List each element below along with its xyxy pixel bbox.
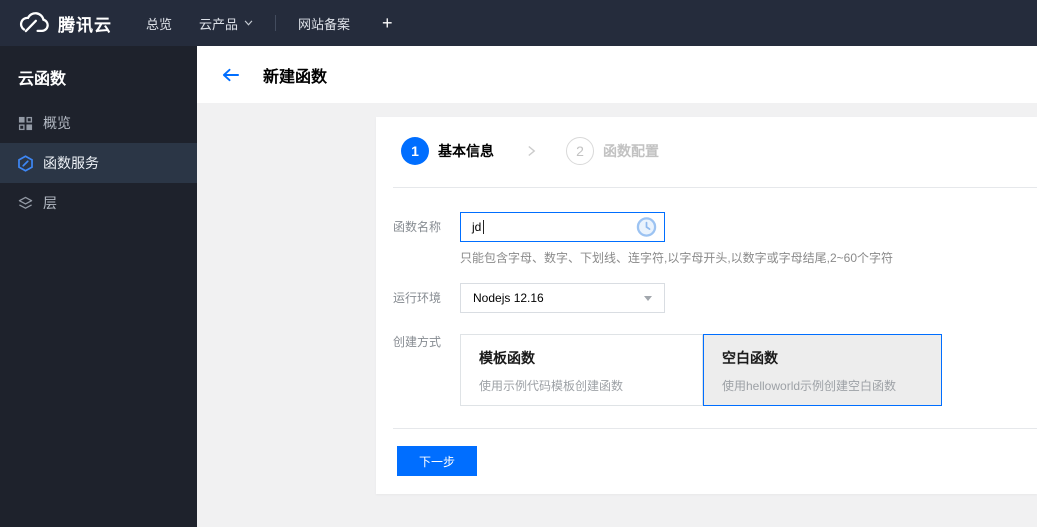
next-step-button[interactable]: 下一步 [397,446,477,476]
sidebar-item-function-service[interactable]: 函数服务 [0,143,197,183]
basic-info-form: 函数名称 jd 只能包含字母、数字、下划线、连字符,以字母开头,以数字或字母结尾… [376,212,1037,406]
page-header: 新建函数 [197,46,1037,103]
method-card-desc: 使用示例代码模板创建函数 [479,379,624,393]
brand-label: 腾讯云 [58,15,112,35]
creation-method-cards: 模板函数 使用示例代码模板创建函数 空白函数 使用helloworld示例创建空… [460,334,942,406]
section-divider [393,187,1037,188]
runtime-row: 运行环境 Nodejs 12.16 [393,283,1037,313]
step-1-label: 基本信息 [438,143,494,159]
wizard-steps: 1 基本信息 2 函数配置 [376,117,1037,165]
sidebar-item-label: 函数服务 [43,155,99,171]
step-2-label: 函数配置 [603,143,659,159]
method-card-desc: 使用helloworld示例创建空白函数 [722,379,897,393]
method-card-template-function[interactable]: 模板函数 使用示例代码模板创建函数 [460,334,703,406]
text-cursor [483,220,485,234]
function-name-label: 函数名称 [393,220,442,234]
method-card-title: 模板函数 [479,350,535,366]
create-function-card: 1 基本信息 2 函数配置 函数名称 jd 只能包含字母、数字、下划线、连字符,… [376,117,1037,494]
runtime-label: 运行环境 [393,291,442,305]
back-arrow-icon [222,68,239,82]
back-button[interactable] [222,68,239,82]
runtime-select[interactable]: Nodejs 12.16 [460,283,665,313]
tencent-cloud-brand[interactable]: 腾讯云 [0,11,112,36]
page-title: 新建函数 [263,68,328,86]
chevron-down-icon [244,20,253,26]
step-2-circle: 2 [566,137,594,165]
clock-loading-icon [636,217,657,238]
top-navbar: 腾讯云 总览 云产品 网站备案 + [0,0,1037,46]
nav-item-overview[interactable]: 总览 [146,14,172,33]
sidebar-item-label: 层 [43,195,57,211]
nav-item-icp-filing[interactable]: 网站备案 [298,14,350,33]
function-name-value: jd [472,220,482,234]
hexagon-function-icon [17,154,34,172]
function-name-input[interactable]: jd [460,212,665,242]
tencent-cloud-logo-icon [18,12,49,34]
plus-icon[interactable]: + [382,13,393,34]
sidebar: 云函数 概览 函数服务 层 [0,46,197,527]
section-divider [393,428,1037,429]
layers-icon [17,195,34,212]
sidebar-item-layers[interactable]: 层 [0,183,197,223]
sidebar-product-title: 云函数 [18,71,67,88]
method-card-blank-function[interactable]: 空白函数 使用helloworld示例创建空白函数 [703,334,942,406]
sidebar-item-overview[interactable]: 概览 [0,103,197,143]
runtime-selected-value: Nodejs 12.16 [473,291,544,305]
chevron-right-icon [527,144,536,158]
function-name-row: 函数名称 jd [393,212,1037,242]
function-name-help: 只能包含字母、数字、下划线、连字符,以字母开头,以数字或字母结尾,2~60个字符 [460,251,894,265]
dropdown-caret-icon [644,296,652,301]
sidebar-item-label: 概览 [43,115,71,131]
nav-item-cloud-products[interactable]: 云产品 [199,14,253,33]
creation-method-label: 创建方式 [393,335,442,349]
content-area: 1 基本信息 2 函数配置 函数名称 jd 只能包含字母、数字、下划线、连字符,… [197,103,1037,527]
creation-method-row: 创建方式 模板函数 使用示例代码模板创建函数 空白函数 使用helloworld… [393,334,1037,406]
step-1-circle: 1 [401,137,429,165]
grid-icon [17,115,34,132]
navbar-divider [275,15,277,31]
method-card-title: 空白函数 [722,350,778,366]
